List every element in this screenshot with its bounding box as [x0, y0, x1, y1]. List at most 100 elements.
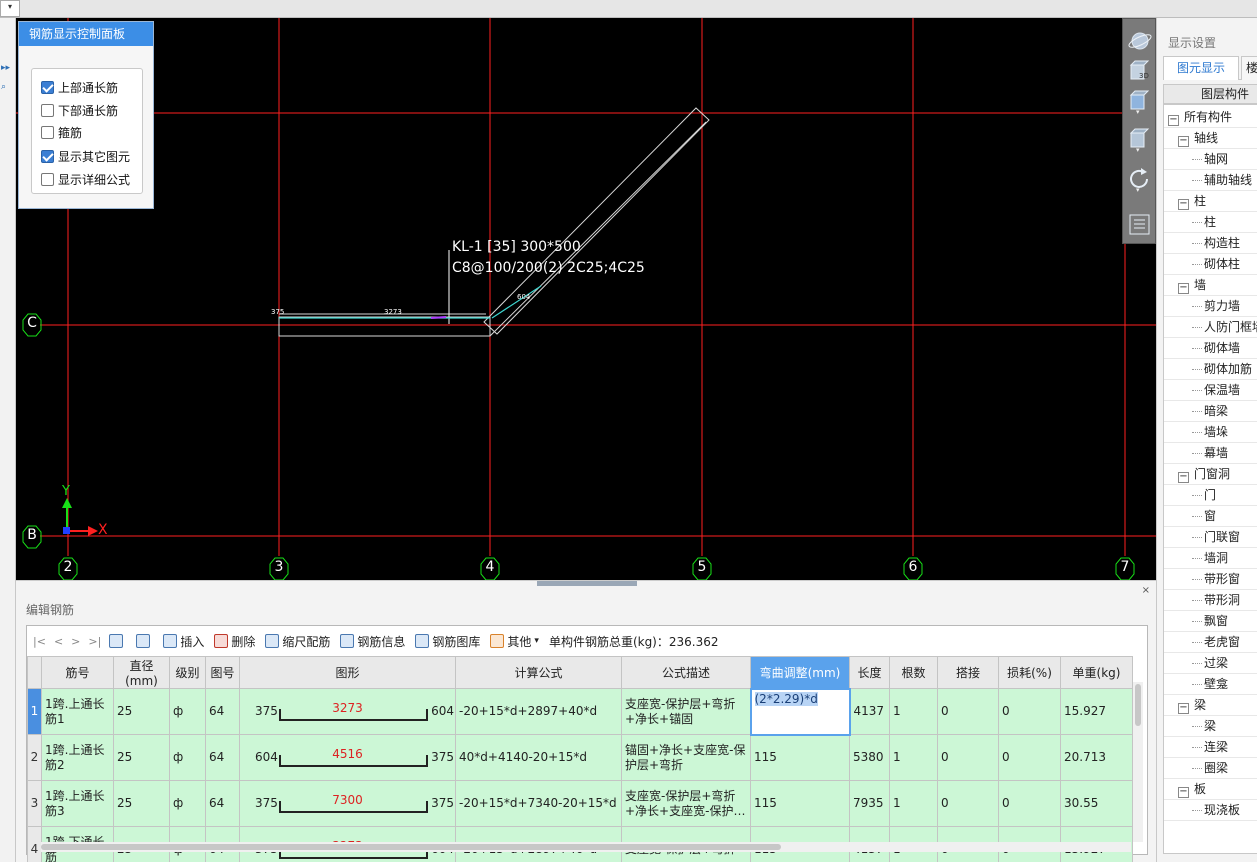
move-down-button[interactable]: [136, 634, 153, 648]
tab-floor-display[interactable]: 楼: [1241, 56, 1257, 80]
option-show-detailed-formula[interactable]: 显示详细公式: [41, 170, 130, 188]
table-row[interactable]: 1 1跨.上通长筋1 25 ф 64 375 3273 604 -20+15*d+2…: [27, 687, 1133, 736]
layer-tree-item[interactable]: 老虎窗: [1191, 632, 1240, 652]
layer-tree-item[interactable]: 墙垛: [1191, 422, 1228, 442]
row-number[interactable]: 1: [27, 688, 42, 735]
rebar-library-button[interactable]: 钢筋图库: [415, 633, 480, 650]
table-horizontal-scrollbar[interactable]: [41, 842, 1131, 852]
layer-tree-item[interactable]: − 所有构件: [1168, 107, 1232, 127]
cell-diameter[interactable]: 25: [113, 734, 170, 781]
table-row[interactable]: 3 1跨.上通长筋3 25 ф 64 375 7300 375 -20+15*d+7…: [27, 780, 1133, 827]
drawing-canvas[interactable]: KL-1 [35] 300*500 C8@100/200(2) 2C25;4C2…: [16, 18, 1156, 580]
layer-list-icon[interactable]: [1126, 211, 1153, 238]
layer-tree-item[interactable]: 柱: [1191, 212, 1216, 232]
cell-diameter[interactable]: 25: [113, 688, 170, 735]
move-up-button[interactable]: [109, 634, 126, 648]
layer-tree-item[interactable]: 构造柱: [1191, 233, 1240, 253]
cell-lap[interactable]: 0: [937, 734, 999, 781]
cell-figure-no[interactable]: 64: [205, 734, 240, 781]
cell-loss[interactable]: 0: [998, 780, 1061, 827]
layer-tree-item[interactable]: − 柱: [1178, 191, 1206, 211]
nav-first-button[interactable]: |<: [33, 635, 46, 648]
layer-tree-item[interactable]: 圈梁: [1191, 758, 1228, 778]
cell-rebar-name[interactable]: 1跨.上通长筋2: [41, 734, 114, 781]
layer-tree-item[interactable]: 剪力墙: [1191, 296, 1240, 316]
layer-tree-item[interactable]: 带形窗: [1191, 569, 1240, 589]
layer-tree-item[interactable]: 保温墙: [1191, 380, 1240, 400]
cell-shape[interactable]: 375 7300 375: [239, 780, 456, 827]
layer-tree-item[interactable]: 飘窗: [1191, 611, 1228, 631]
layer-tree-item[interactable]: 过梁: [1191, 653, 1228, 673]
collapse-toggle-icon[interactable]: −: [1178, 136, 1189, 147]
collapse-toggle-icon[interactable]: −: [1178, 199, 1189, 210]
cell-loss[interactable]: 0: [998, 734, 1061, 781]
checkbox-icon[interactable]: [41, 125, 54, 139]
column-header[interactable]: 图号: [205, 656, 240, 689]
orbit-icon[interactable]: [1126, 27, 1153, 54]
row-number[interactable]: 2: [27, 734, 42, 781]
view-box-icon[interactable]: ▾: [1126, 87, 1153, 114]
cell-formula-desc[interactable]: 锚固+净长+支座宽-保护层+弯折: [621, 734, 751, 781]
layer-tree-item[interactable]: 门联窗: [1191, 527, 1240, 547]
layer-tree-item[interactable]: 人防门框墙: [1191, 317, 1257, 337]
row-number[interactable]: 3: [27, 780, 42, 827]
cell-grade[interactable]: ф: [169, 780, 206, 827]
cell-length[interactable]: 7935: [849, 780, 890, 827]
nav-next-button[interactable]: >: [71, 635, 80, 648]
panel-resize-grip[interactable]: [537, 581, 637, 586]
layer-tree-item[interactable]: 连梁: [1191, 737, 1228, 757]
layer-tree-item[interactable]: 壁龛: [1191, 674, 1228, 694]
cell-bend-adjust[interactable]: 115: [750, 780, 850, 827]
collapse-toggle-icon[interactable]: −: [1178, 787, 1189, 798]
column-header[interactable]: 级别: [169, 656, 206, 689]
bend-adjust-input[interactable]: (2*2.29)*d: [749, 687, 851, 736]
cell-formula[interactable]: 40*d+4140-20+15*d: [455, 734, 622, 781]
tab-element-display[interactable]: 图元显示: [1163, 56, 1239, 80]
close-icon[interactable]: ×: [1142, 585, 1150, 596]
row-number[interactable]: 4: [27, 826, 42, 862]
layer-tree-item[interactable]: 幕墙: [1191, 443, 1228, 463]
cell-count[interactable]: 1: [889, 780, 938, 827]
cell-lap[interactable]: 0: [937, 780, 999, 827]
cell-shape[interactable]: 604 4516 375: [239, 734, 456, 781]
cell-count[interactable]: 1: [889, 734, 938, 781]
column-header[interactable]: 直径(mm): [113, 656, 170, 689]
layer-tree-item[interactable]: − 门窗洞: [1178, 464, 1230, 484]
layer-tree-item[interactable]: − 梁: [1178, 695, 1206, 715]
layer-tree-item[interactable]: − 墙: [1178, 275, 1206, 295]
layer-tree-item[interactable]: 砌体柱: [1191, 254, 1240, 274]
cell-diameter[interactable]: 25: [113, 780, 170, 827]
column-header[interactable]: 搭接: [937, 656, 999, 689]
cell-formula-desc[interactable]: 支座宽-保护层+弯折+净长+支座宽-保护…: [621, 780, 751, 827]
checkbox-icon[interactable]: [41, 172, 54, 186]
cell-length[interactable]: 4137: [849, 688, 890, 735]
option-show-other-elements[interactable]: 显示其它图元: [41, 147, 130, 165]
column-header[interactable]: 损耗(%): [998, 656, 1061, 689]
nav-prev-button[interactable]: <: [54, 635, 63, 648]
collapse-toggle-icon[interactable]: −: [1168, 115, 1179, 126]
view-cube-icon[interactable]: ▾: [1126, 125, 1153, 152]
expand-arrows-icon[interactable]: ▸▸: [1, 63, 10, 73]
collapse-toggle-icon[interactable]: −: [1178, 283, 1189, 294]
checkbox-checked-icon[interactable]: [41, 149, 54, 163]
cell-rebar-name[interactable]: 1跨.上通长筋3: [41, 780, 114, 827]
layer-tree-item[interactable]: 墙洞: [1191, 548, 1228, 568]
other-menu-button[interactable]: 其他 ▾: [490, 633, 539, 650]
option-stirrup[interactable]: 箍筋: [41, 123, 82, 141]
option-top-through-rebar[interactable]: 上部通长筋: [41, 78, 118, 96]
layer-tree-item[interactable]: 梁: [1191, 716, 1216, 736]
cell-formula[interactable]: -20+15*d+7340-20+15*d: [455, 780, 622, 827]
table-vertical-scrollbar[interactable]: [1133, 682, 1143, 842]
cell-figure-no[interactable]: 64: [205, 688, 240, 735]
column-header[interactable]: 根数: [889, 656, 938, 689]
column-header[interactable]: 单重(kg): [1060, 656, 1133, 689]
layer-tree-item[interactable]: 砌体墙: [1191, 338, 1240, 358]
column-header-selected[interactable]: 弯曲调整(mm): [750, 656, 850, 689]
layer-tree-item[interactable]: 砌体加筋: [1191, 359, 1252, 379]
layer-tree-item[interactable]: − 轴线: [1178, 128, 1218, 148]
cell-rebar-name[interactable]: 1跨.上通长筋1: [41, 688, 114, 735]
layer-tree-item[interactable]: 窗: [1191, 506, 1216, 526]
column-header[interactable]: 长度: [849, 656, 890, 689]
cell-weight[interactable]: 20.713: [1060, 734, 1133, 781]
cell-count[interactable]: 1: [889, 688, 938, 735]
